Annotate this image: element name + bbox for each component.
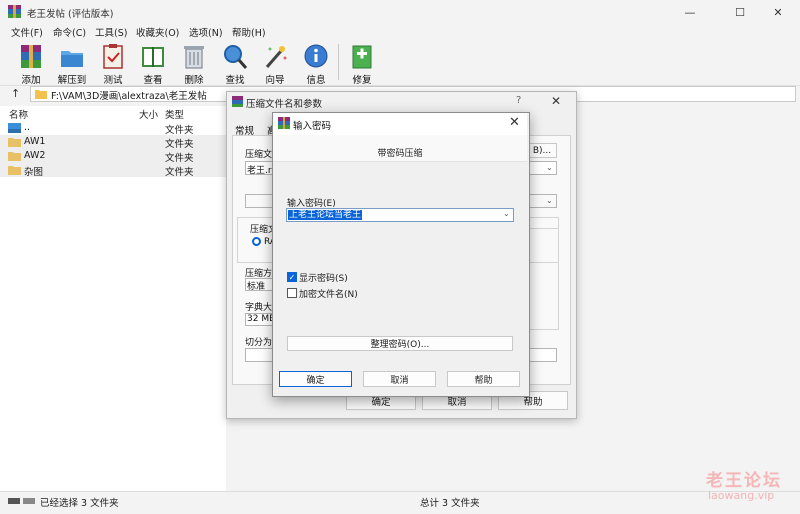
encrypt-filenames-checkbox[interactable] xyxy=(287,288,297,298)
row-name: 杂图 xyxy=(24,167,44,178)
row-name: AW1 xyxy=(24,136,46,147)
close-button[interactable]: ✕ xyxy=(756,0,800,24)
password-help-button[interactable]: 帮助 xyxy=(447,371,520,387)
row-type: 文件夹 xyxy=(165,125,194,136)
dictionary-label: 字典大 xyxy=(245,303,273,313)
password-dialog-title: 输入密码 xyxy=(293,121,332,132)
winrar-app-icon xyxy=(278,117,290,129)
delete-label: 删除 xyxy=(184,75,204,86)
status-selection: 已经选择 3 文件夹 xyxy=(40,498,119,509)
split-label: 切分为 xyxy=(245,338,273,348)
find-label: 查找 xyxy=(225,75,245,86)
drive-icon xyxy=(8,498,35,504)
browse-button[interactable]: B)... xyxy=(527,143,557,158)
organize-passwords-button[interactable]: 整理密码(O)... xyxy=(287,336,513,351)
up-one-level-button[interactable]: ↑ xyxy=(11,87,20,100)
watermark-title: 老王论坛 xyxy=(706,471,782,491)
chevron-down-icon: ⌄ xyxy=(546,196,553,205)
list-header xyxy=(0,106,226,120)
archive-dialog-title: 压缩文件名和参数 xyxy=(246,99,323,110)
test-button[interactable]: 测试 xyxy=(93,41,133,86)
view-label: 查看 xyxy=(143,75,163,86)
test-clipboard-icon xyxy=(103,44,123,69)
folder-icon xyxy=(8,138,21,147)
find-magnifier-icon xyxy=(224,45,248,69)
column-size[interactable]: 大小 xyxy=(139,107,158,121)
add-button[interactable]: 添加 xyxy=(11,41,51,86)
info-button[interactable]: 信息 xyxy=(296,41,336,86)
test-label: 测试 xyxy=(103,75,123,86)
extract-folder-icon xyxy=(61,51,83,67)
row-name: .. xyxy=(24,122,31,133)
status-total: 总计 3 文件夹 xyxy=(420,498,480,509)
info-icon xyxy=(304,44,328,68)
add-label: 添加 xyxy=(21,75,41,86)
password-heading: 带密码压缩 xyxy=(377,149,423,159)
wizard-label: 向导 xyxy=(265,75,285,86)
folder-icon xyxy=(8,166,21,175)
archive-dialog-help-button[interactable]: ? xyxy=(516,95,521,106)
view-button[interactable]: 查看 xyxy=(133,41,173,86)
repair-button[interactable]: 修复 xyxy=(342,41,382,86)
delete-button[interactable]: 删除 xyxy=(174,41,214,86)
menu-help[interactable]: 帮助(H) xyxy=(232,25,266,39)
view-book-icon xyxy=(142,47,164,67)
menu-options[interactable]: 选项(N) xyxy=(189,25,223,39)
column-name[interactable]: 名称 xyxy=(9,107,28,121)
format-rar-radio[interactable] xyxy=(252,237,261,246)
wizard-button[interactable]: 向导 xyxy=(255,41,295,86)
toolbar-divider xyxy=(338,44,339,80)
row-type: 文件夹 xyxy=(165,139,194,150)
folder-icon xyxy=(8,152,21,161)
path-text: F:\VAM\3D漫画\alextraza\老王发帖 xyxy=(51,91,207,102)
password-dialog-close-button[interactable]: ✕ xyxy=(509,115,520,130)
menu-favorites[interactable]: 收藏夹(O) xyxy=(136,25,179,39)
row-type: 文件夹 xyxy=(165,167,194,178)
options-group xyxy=(527,228,559,330)
parent-folder-icon xyxy=(8,123,21,133)
archive-name-label: 压缩文 xyxy=(245,150,273,160)
trash-icon xyxy=(184,46,204,69)
repair-kit-icon xyxy=(352,45,372,69)
menu-file[interactable]: 文件(F) xyxy=(11,25,43,39)
add-archive-icon xyxy=(21,45,41,68)
show-password-label: 显示密码(S) xyxy=(299,274,348,284)
winrar-app-icon xyxy=(232,96,243,107)
find-button[interactable]: 查找 xyxy=(215,41,255,86)
encrypt-filenames-label: 加密文件名(N) xyxy=(299,290,358,300)
menu-commands[interactable]: 命令(C) xyxy=(53,25,86,39)
repair-label: 修复 xyxy=(352,75,372,86)
window-title: 老王发帖 (评估版本) xyxy=(27,9,114,20)
folder-icon xyxy=(35,90,47,99)
watermark-url: laowang.vip xyxy=(708,489,775,502)
password-ok-button[interactable]: 确定 xyxy=(279,371,352,387)
row-name: AW2 xyxy=(24,150,46,161)
column-type[interactable]: 类型 xyxy=(165,107,184,121)
status-bar xyxy=(0,491,800,514)
minimize-button[interactable]: — xyxy=(668,0,712,24)
wizard-wand-icon xyxy=(265,46,287,68)
menu-tools[interactable]: 工具(S) xyxy=(95,25,127,39)
password-cancel-button[interactable]: 取消 xyxy=(363,371,436,387)
chevron-down-icon: ⌄ xyxy=(546,163,553,172)
row-type: 文件夹 xyxy=(165,153,194,164)
extract-to-label: 解压到 xyxy=(57,75,87,86)
info-label: 信息 xyxy=(306,75,326,86)
extract-to-button[interactable]: 解压到 xyxy=(52,41,92,86)
archive-dialog-close-button[interactable]: ✕ xyxy=(551,94,561,108)
method-value: 标准 xyxy=(247,282,266,292)
winrar-app-icon xyxy=(8,5,21,18)
password-input-value: 上老王论坛当老王 xyxy=(288,210,363,220)
chevron-down-icon[interactable]: ⌄ xyxy=(503,209,510,218)
show-password-checkbox[interactable]: ✓ xyxy=(287,272,297,282)
